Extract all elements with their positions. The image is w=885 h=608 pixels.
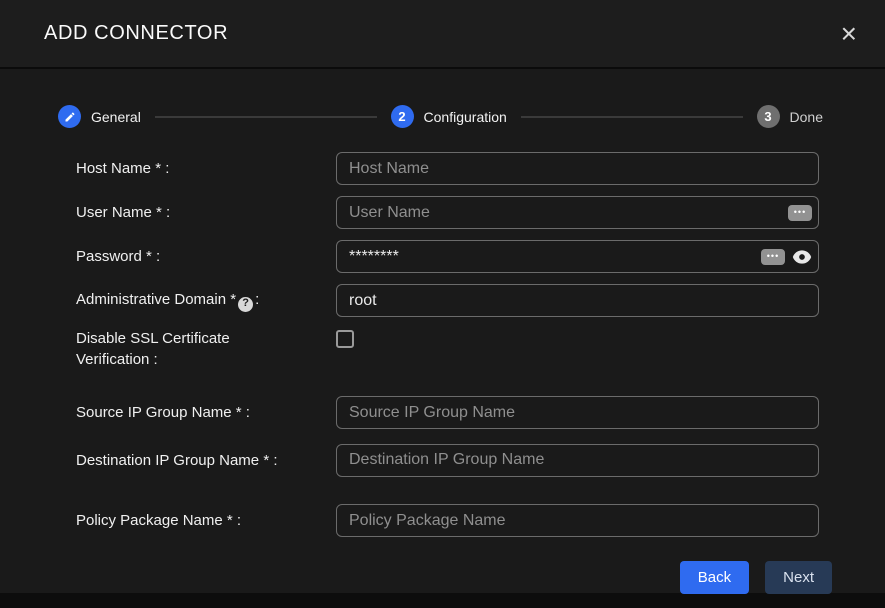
user-name-input-wrap: ••• — [336, 196, 819, 229]
dialog-footer: Back Next — [0, 548, 885, 594]
pencil-icon — [58, 105, 81, 128]
step-configuration-label: Configuration — [424, 109, 507, 125]
step-2-badge: 2 — [391, 105, 414, 128]
show-password-eye-icon[interactable] — [791, 248, 813, 266]
password-input-wrap: ••• — [336, 240, 819, 273]
admin-domain-row: Administrative Domain *?: — [76, 284, 819, 317]
admin-domain-label: Administrative Domain *?: — [76, 289, 286, 311]
dialog-header: ADD CONNECTOR × — [0, 0, 885, 69]
connector-form: Host Name * : User Name * : ••• Password… — [0, 128, 885, 548]
host-name-row: Host Name * : — [76, 152, 819, 185]
stepper-connector-line — [521, 116, 743, 118]
user-name-input[interactable] — [336, 196, 819, 229]
policy-package-input[interactable] — [336, 504, 819, 537]
ellipsis-button[interactable]: ••• — [761, 249, 785, 265]
disable-ssl-checkbox[interactable] — [336, 330, 354, 348]
host-name-input[interactable] — [336, 152, 819, 185]
user-name-row: User Name * : ••• — [76, 196, 819, 229]
step-configuration[interactable]: 2 Configuration — [391, 105, 507, 128]
close-icon[interactable]: × — [841, 20, 857, 48]
disable-ssl-label: Disable SSL Certificate Verification : — [76, 328, 286, 370]
disable-ssl-checkbox-wrap — [336, 328, 819, 353]
policy-package-label: Policy Package Name * : — [76, 510, 286, 531]
destination-ip-group-input-wrap — [336, 444, 819, 477]
policy-package-row: Policy Package Name * : — [76, 504, 819, 537]
step-3-badge: 3 — [757, 105, 780, 128]
ellipsis-icon: ••• — [767, 252, 779, 261]
step-done-label: Done — [790, 109, 823, 125]
destination-ip-group-input[interactable] — [336, 444, 819, 477]
policy-package-input-wrap — [336, 504, 819, 537]
host-name-input-wrap — [336, 152, 819, 185]
stepper-connector-line — [155, 116, 377, 118]
host-name-label: Host Name * : — [76, 158, 286, 179]
back-button[interactable]: Back — [680, 561, 749, 594]
step-general[interactable]: General — [58, 105, 141, 128]
help-icon[interactable]: ? — [238, 297, 253, 312]
admin-domain-input-wrap — [336, 284, 819, 317]
source-ip-group-label: Source IP Group Name * : — [76, 402, 286, 423]
step-done: 3 Done — [757, 105, 823, 128]
ellipsis-icon: ••• — [794, 208, 806, 217]
wizard-stepper: General 2 Configuration 3 Done — [0, 105, 885, 128]
password-label: Password * : — [76, 246, 286, 267]
dialog-title: ADD CONNECTOR — [44, 22, 228, 45]
add-connector-dialog: ADD CONNECTOR × General 2 Configuration … — [0, 0, 885, 593]
destination-ip-group-row: Destination IP Group Name * : — [76, 440, 819, 480]
user-name-label: User Name * : — [76, 202, 286, 223]
destination-ip-group-label: Destination IP Group Name * : — [76, 450, 286, 471]
step-general-label: General — [91, 109, 141, 125]
password-row: Password * : ••• — [76, 240, 819, 273]
ellipsis-button[interactable]: ••• — [788, 205, 812, 221]
disable-ssl-row: Disable SSL Certificate Verification : — [76, 328, 819, 370]
source-ip-group-input[interactable] — [336, 396, 819, 429]
next-button[interactable]: Next — [765, 561, 832, 594]
source-ip-group-row: Source IP Group Name * : — [76, 396, 819, 429]
source-ip-group-input-wrap — [336, 396, 819, 429]
admin-domain-input[interactable] — [336, 284, 819, 317]
password-input[interactable] — [336, 240, 819, 273]
